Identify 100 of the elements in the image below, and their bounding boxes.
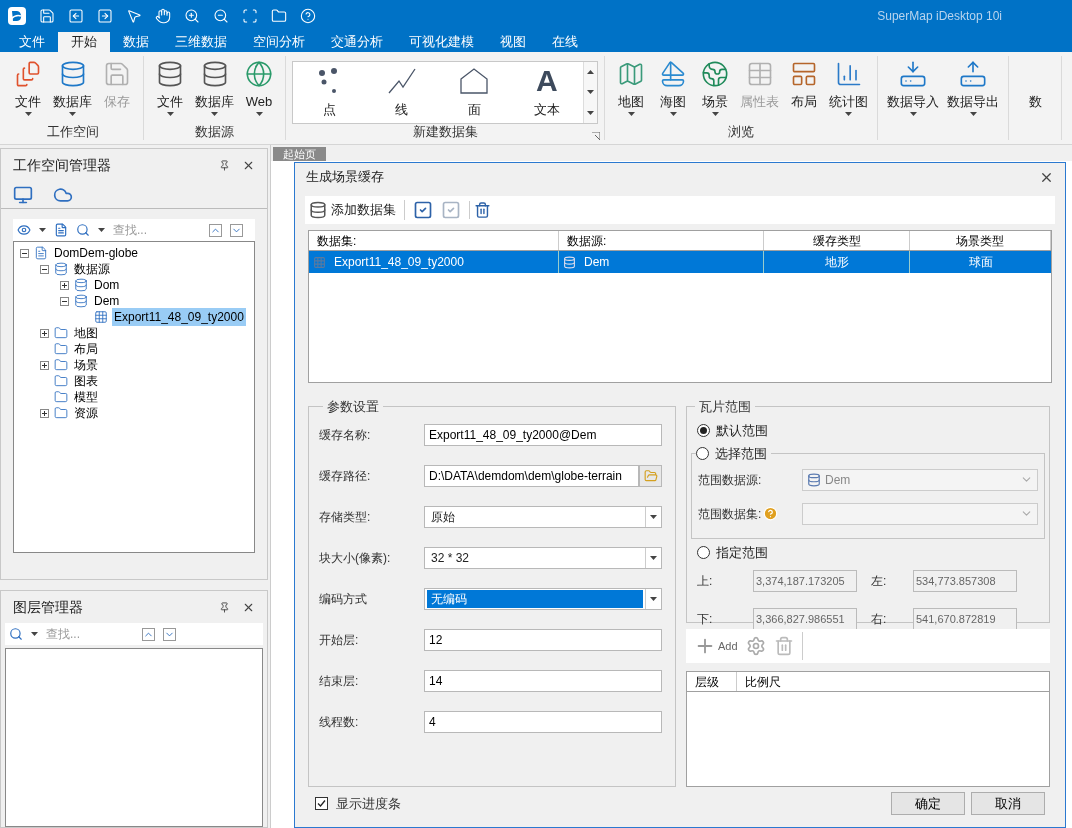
ribbon-button[interactable]: Web: [239, 56, 279, 124]
column-header[interactable]: 比例尺: [737, 672, 789, 691]
menu-tab[interactable]: 文件: [6, 32, 58, 52]
folder-icon[interactable]: [271, 8, 287, 24]
workspace-tab-icon[interactable]: [13, 184, 33, 205]
select-all-icon[interactable]: [413, 200, 433, 220]
tree-item[interactable]: 模型: [72, 388, 100, 406]
menu-tab[interactable]: 三维数据: [162, 32, 240, 52]
tree-item[interactable]: 资源: [72, 404, 100, 422]
bound-field[interactable]: 534,773.857308: [913, 570, 1017, 592]
radio-button[interactable]: [697, 423, 710, 437]
dropdown-field[interactable]: 无编码: [424, 588, 662, 610]
search-toolbar[interactable]: 查找...: [5, 623, 263, 645]
ribbon-button[interactable]: 数据库: [192, 56, 237, 124]
column-header[interactable]: 场景类型: [910, 231, 1051, 250]
ribbon-button[interactable]: 数据导入: [884, 56, 942, 124]
menu-tab[interactable]: 可视化建模: [396, 32, 487, 52]
ribbon-button[interactable]: 数据导出: [944, 56, 1002, 124]
gallery-scrollbar[interactable]: [583, 62, 597, 123]
collapse-icon[interactable]: [39, 264, 49, 274]
search-toolbar[interactable]: 查找...: [13, 219, 255, 241]
export-icon[interactable]: [97, 8, 113, 24]
dialog-button[interactable]: 取消: [971, 792, 1045, 815]
text-field[interactable]: Export11_48_09_ty2000@Dem: [424, 424, 662, 446]
tree-item[interactable]: Export11_48_09_ty2000: [112, 308, 246, 326]
collapse-icon[interactable]: [19, 248, 29, 258]
pin-icon[interactable]: [219, 159, 230, 171]
pointer-icon[interactable]: [126, 8, 142, 24]
move-down-icon[interactable]: [163, 627, 176, 641]
move-down-icon[interactable]: [230, 223, 243, 237]
tree-item[interactable]: DomDem-globe: [52, 244, 141, 262]
ribbon-button[interactable]: 文件: [8, 56, 48, 124]
ribbon-button[interactable]: 地图: [611, 56, 651, 124]
add-dataset-button[interactable]: 添加数据集: [309, 200, 405, 220]
gallery-item[interactable]: A 文本: [516, 65, 577, 119]
ribbon-button[interactable]: 布局: [784, 56, 824, 124]
tree-item[interactable]: 地图: [72, 324, 100, 342]
gallery-item[interactable]: 面: [444, 65, 505, 119]
text-field[interactable]: 12: [424, 629, 662, 651]
expand-icon[interactable]: [59, 280, 69, 290]
column-header[interactable]: 数据集:: [309, 231, 559, 250]
text-field[interactable]: 4: [424, 711, 662, 733]
bound-field[interactable]: 3,366,827.986551: [753, 608, 857, 630]
ribbon-button[interactable]: 数据库: [50, 56, 95, 124]
text-field[interactable]: 14: [424, 670, 662, 692]
bound-field[interactable]: 3,374,187.173205: [753, 570, 857, 592]
add-button[interactable]: Add: [694, 635, 738, 657]
bound-field[interactable]: 541,670.872819: [913, 608, 1017, 630]
menu-tab[interactable]: 在线: [539, 32, 591, 52]
zoom-in-icon[interactable]: [184, 8, 200, 24]
checkbox[interactable]: [315, 797, 328, 810]
menu-tab[interactable]: 空间分析: [240, 32, 318, 52]
move-up-icon[interactable]: [142, 627, 155, 641]
expand-icon[interactable]: [39, 408, 49, 418]
help-icon[interactable]: [300, 8, 316, 24]
radio-button[interactable]: [696, 447, 709, 461]
tree-item[interactable]: 场景: [72, 356, 100, 374]
app-logo-icon[interactable]: [8, 7, 26, 25]
pin-icon[interactable]: [219, 601, 230, 613]
column-header[interactable]: 缓存类型: [764, 231, 910, 250]
import-icon[interactable]: [68, 8, 84, 24]
tree-item[interactable]: Dom: [92, 276, 122, 294]
menu-tab[interactable]: 数据: [110, 32, 162, 52]
save-icon[interactable]: [39, 8, 55, 24]
delete-icon[interactable]: [469, 201, 491, 219]
tree-item[interactable]: 数据源: [72, 260, 112, 278]
dialog-button[interactable]: 确定: [891, 792, 965, 815]
menu-tab[interactable]: 开始: [58, 32, 110, 52]
ribbon-button[interactable]: 数: [1015, 56, 1055, 124]
expand-icon[interactable]: [39, 360, 49, 370]
column-header[interactable]: 层级: [687, 672, 737, 691]
column-header[interactable]: 数据源:: [559, 231, 764, 250]
ribbon-button[interactable]: 场景: [695, 56, 735, 124]
move-up-icon[interactable]: [209, 223, 222, 237]
ribbon-button[interactable]: 统计图: [826, 56, 871, 124]
search-icon[interactable]: [9, 627, 23, 641]
menu-tab[interactable]: 交通分析: [318, 32, 396, 52]
full-extent-icon[interactable]: [242, 8, 258, 24]
expand-icon[interactable]: [39, 328, 49, 338]
radio-button[interactable]: [697, 545, 710, 559]
gallery-item[interactable]: 点: [299, 65, 360, 119]
ribbon-button[interactable]: 海图: [653, 56, 693, 124]
search-field[interactable]: 查找...: [113, 221, 193, 239]
menu-tab[interactable]: 视图: [487, 32, 539, 52]
table-row[interactable]: Export11_48_09_ty2000 Dem 地形 球面: [309, 251, 1051, 273]
dropdown-field[interactable]: 32 * 32: [424, 547, 662, 569]
search-icon[interactable]: [76, 223, 90, 237]
ribbon-button[interactable]: 文件: [150, 56, 190, 124]
dropdown-field[interactable]: 原始: [424, 506, 662, 528]
document-icon[interactable]: [54, 223, 68, 237]
tree-item[interactable]: 布局: [72, 340, 100, 358]
path-field[interactable]: D:\DATA\demdom\dem\globe-terrain: [424, 465, 639, 487]
view-icon[interactable]: [17, 223, 31, 237]
tree-item[interactable]: 图表: [72, 372, 100, 390]
gallery-item[interactable]: 线: [371, 65, 432, 119]
hand-icon[interactable]: [155, 8, 171, 24]
zoom-out-icon[interactable]: [213, 8, 229, 24]
search-field[interactable]: 查找...: [46, 625, 126, 643]
collapse-icon[interactable]: [59, 296, 69, 306]
tree-item[interactable]: Dem: [92, 292, 122, 310]
